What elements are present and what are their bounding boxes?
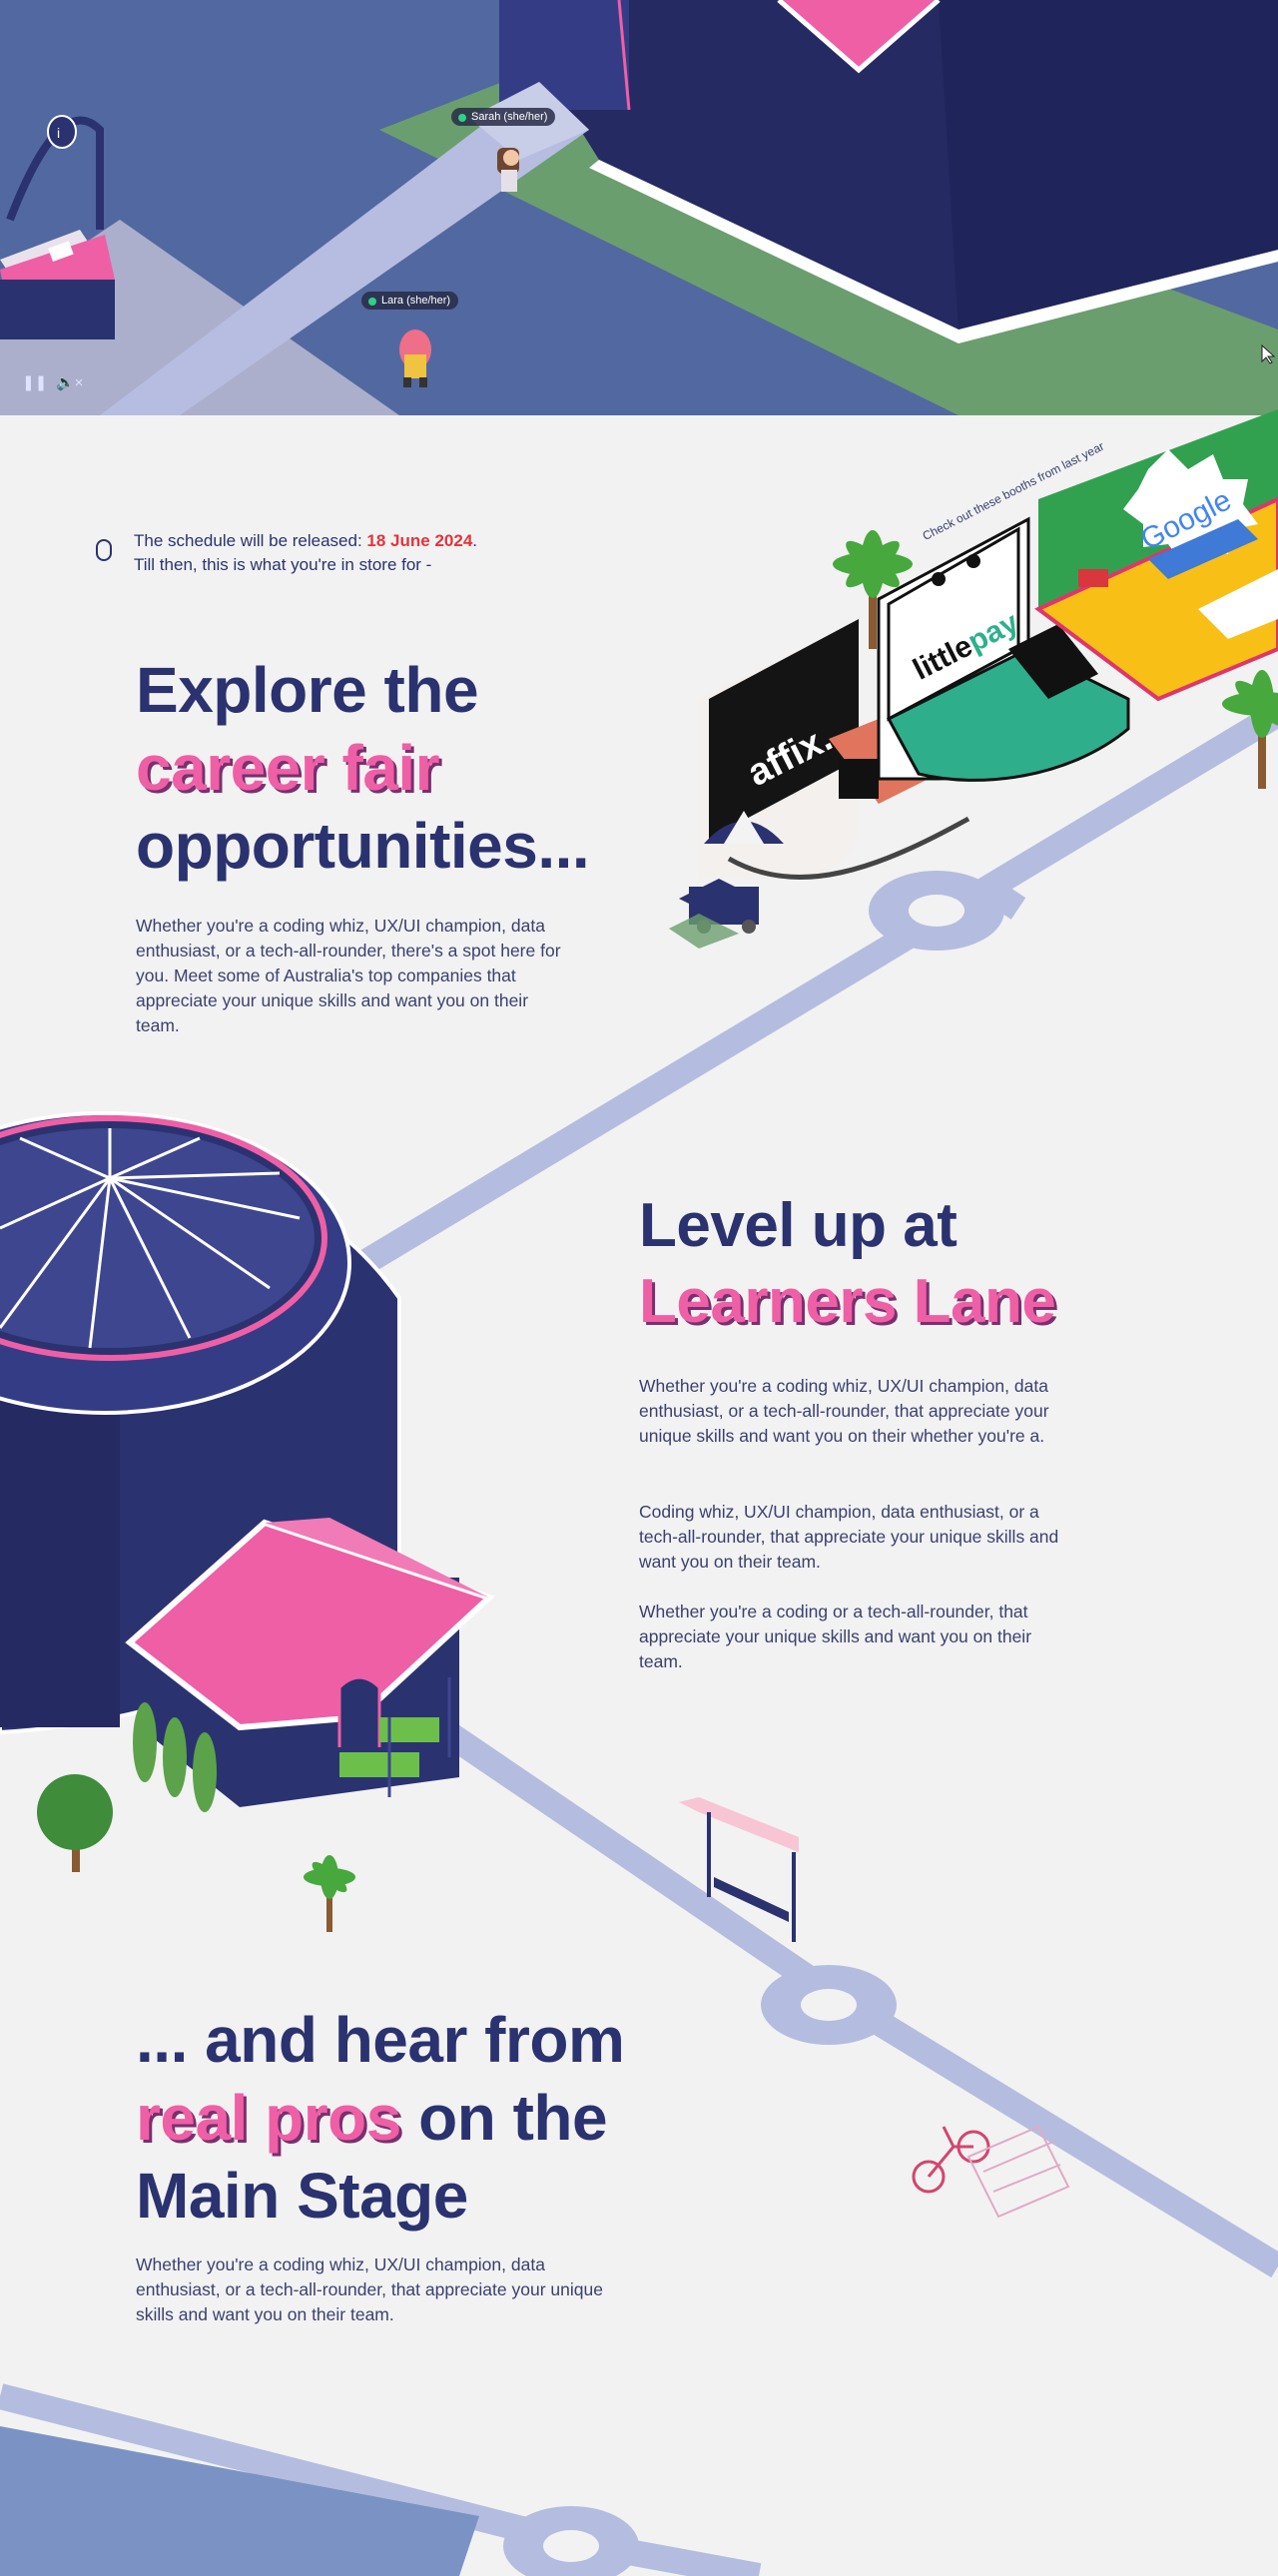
schedule-notice: The schedule will be released: 18 June 2… [134, 531, 478, 574]
svg-text:i: i [57, 125, 60, 141]
pause-icon[interactable]: ❚❚ [22, 373, 47, 391]
stage-body: Whether you're a coding whiz, UX/UI cham… [136, 2254, 603, 2324]
schedule-date: 18 June 2024 [366, 531, 473, 550]
player-tag-lara: Lara (she/her) [361, 292, 459, 310]
learners-body-2: Coding whiz, UX/UI champion, data enthus… [639, 1502, 1059, 1572]
game-viewport[interactable]: i [0, 0, 1278, 415]
career-heading: Explore the career fair opportunities... [136, 654, 590, 882]
learners-body-1: Whether you're a coding whiz, UX/UI cham… [639, 1376, 1049, 1446]
learners-heading: Level up at Learners Lane [639, 1191, 1056, 1336]
bicycle [912, 2126, 990, 2194]
watch-icon [96, 539, 112, 561]
food-cart [669, 811, 784, 949]
player-tag-sarah: Sarah (she/her) [451, 108, 556, 126]
learners-body-3: Whether you're a coding or a tech-all-ro… [639, 1602, 1032, 1671]
career-body: Whether you're a coding whiz, UX/UI cham… [136, 916, 561, 1035]
mute-icon[interactable]: 🔈× [56, 373, 83, 391]
palm-tree [304, 1855, 355, 1932]
stage-heading: ... and hear from real pros on the Main … [136, 2004, 625, 2232]
